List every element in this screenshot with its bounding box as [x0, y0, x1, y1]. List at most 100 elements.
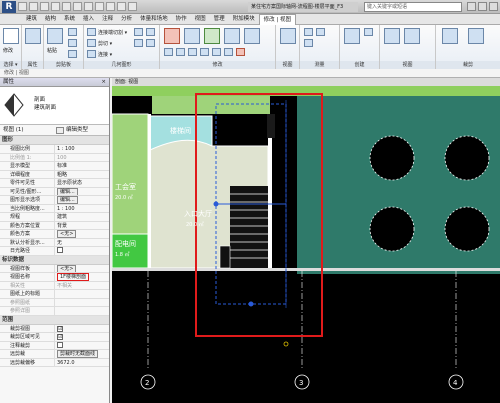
- property-value-text[interactable]: 背景: [57, 223, 67, 229]
- wall-join-icon[interactable]: [134, 28, 143, 36]
- property-value[interactable]: 1 : 100: [55, 205, 109, 213]
- property-value-text[interactable]: 显示原状态: [57, 180, 82, 186]
- open-icon[interactable]: [18, 2, 27, 11]
- property-value[interactable]: 无: [55, 239, 109, 247]
- split-segment-icon[interactable]: [384, 28, 400, 44]
- property-category[interactable]: 标识数据: [0, 255, 109, 265]
- tab-9[interactable]: 管理: [210, 14, 229, 25]
- property-value[interactable]: ☑: [55, 333, 109, 341]
- pin-icon[interactable]: [224, 48, 233, 56]
- section-marker[interactable]: [213, 100, 287, 308]
- cut-icon[interactable]: [68, 28, 77, 36]
- property-value[interactable]: [55, 247, 109, 255]
- paste-icon[interactable]: [47, 28, 63, 44]
- property-button[interactable]: 编辑...: [57, 187, 78, 195]
- section-icon[interactable]: [106, 2, 115, 11]
- property-value[interactable]: 背景: [55, 222, 109, 230]
- property-button[interactable]: 编辑...: [57, 196, 78, 204]
- measure-icon[interactable]: [73, 2, 82, 11]
- property-value[interactable]: 1 : 100: [55, 145, 109, 153]
- chevron-down-icon[interactable]: [56, 127, 64, 134]
- type-selector[interactable]: 视图 (1) 编辑类型: [0, 125, 109, 136]
- floor-plan[interactable]: 工会室 20.0 ㎡ 配电间 1.8 ㎡ 楼梯间 入口大厅 20.0 ㎡ 2 3…: [112, 86, 500, 403]
- tab-7[interactable]: 协作: [172, 14, 191, 25]
- tab-1[interactable]: 结构: [41, 14, 60, 25]
- rotate-icon[interactable]: [164, 48, 173, 56]
- maximize-icon[interactable]: [478, 2, 487, 11]
- print-icon[interactable]: [62, 2, 71, 11]
- property-value-text[interactable]: 标准: [57, 163, 67, 169]
- property-checkbox[interactable]: ☑: [57, 325, 63, 332]
- measure-element-icon[interactable]: [316, 28, 325, 36]
- property-value[interactable]: 建筑: [55, 213, 109, 221]
- property-value[interactable]: ☑: [55, 325, 109, 333]
- edit-type-button[interactable]: 编辑类型: [66, 127, 88, 134]
- reset-crop-icon[interactable]: [468, 28, 484, 44]
- property-value-text[interactable]: 不相关: [57, 283, 72, 289]
- tab-0[interactable]: 建筑: [22, 14, 41, 25]
- save-icon[interactable]: [29, 2, 38, 11]
- type-preview[interactable]: 剖面 建筑剖面: [0, 87, 109, 125]
- property-button[interactable]: 剪裁时无截面线: [57, 350, 99, 358]
- property-value-text[interactable]: 1 : 100: [57, 146, 75, 152]
- property-value[interactable]: [55, 299, 109, 307]
- property-value[interactable]: 标准: [55, 162, 109, 170]
- close-hidden-icon[interactable]: [128, 2, 137, 11]
- copy-icon[interactable]: [68, 39, 77, 47]
- property-value-text[interactable]: 无: [57, 240, 62, 246]
- join-geometry-icon[interactable]: [87, 28, 96, 36]
- view-tab[interactable]: 剖面: 视图: [112, 78, 500, 86]
- dimension-icon[interactable]: [304, 39, 313, 47]
- thin-lines-icon[interactable]: [117, 2, 126, 11]
- property-value[interactable]: <无>: [55, 264, 109, 272]
- match-icon[interactable]: [68, 50, 77, 58]
- property-button[interactable]: <无>: [57, 230, 77, 238]
- property-category[interactable]: 范围: [0, 315, 109, 325]
- property-value[interactable]: 3672.0: [55, 359, 109, 367]
- tab-2[interactable]: 系统: [60, 14, 79, 25]
- tab-4[interactable]: 注释: [98, 14, 117, 25]
- minimize-icon[interactable]: [467, 2, 476, 11]
- property-value-text[interactable]: 建筑: [57, 214, 67, 220]
- split-icon[interactable]: [188, 48, 197, 56]
- create-part-icon[interactable]: [364, 28, 373, 36]
- property-value[interactable]: [55, 307, 109, 315]
- mirror-icon[interactable]: [204, 28, 220, 44]
- paint-icon[interactable]: [134, 39, 143, 47]
- property-value-text[interactable]: 100: [57, 155, 67, 161]
- tab-3[interactable]: 插入: [79, 14, 98, 25]
- property-button[interactable]: <无>: [57, 264, 77, 272]
- delete-icon[interactable]: [236, 48, 245, 56]
- move-icon[interactable]: [224, 28, 240, 44]
- redo-icon[interactable]: [51, 2, 60, 11]
- size-crop-icon[interactable]: [442, 28, 458, 44]
- tab-6[interactable]: 体量和场地: [136, 14, 172, 25]
- property-value[interactable]: 不相关: [55, 282, 109, 290]
- undo-icon[interactable]: [40, 2, 49, 11]
- tab-10[interactable]: 附加模块: [229, 14, 259, 25]
- property-value[interactable]: 编辑...: [55, 196, 109, 204]
- scale-icon[interactable]: [212, 48, 221, 56]
- drawing-canvas[interactable]: 工会室 20.0 ㎡ 配电间 1.8 ㎡ 楼梯间 入口大厅 20.0 ㎡ 2 3…: [112, 86, 500, 403]
- property-value[interactable]: [55, 290, 109, 298]
- modify-arrow-icon[interactable]: [3, 28, 19, 44]
- property-category[interactable]: 图形: [0, 136, 109, 145]
- property-checkbox[interactable]: [57, 247, 63, 253]
- measure-distance-icon[interactable]: [304, 28, 313, 36]
- property-value[interactable]: <无>: [55, 230, 109, 238]
- property-value-text[interactable]: 1 : 100: [57, 206, 75, 212]
- array-icon[interactable]: [200, 48, 209, 56]
- property-value[interactable]: 粗略: [55, 171, 109, 179]
- properties-icon[interactable]: [25, 28, 41, 44]
- property-value-text[interactable]: 3672.0: [57, 360, 75, 366]
- property-checkbox[interactable]: ☑: [57, 334, 63, 340]
- property-value[interactable]: 显示原状态: [55, 179, 109, 187]
- property-value-text[interactable]: 粗略: [57, 172, 67, 178]
- text-icon[interactable]: [84, 2, 93, 11]
- cut-geometry-icon[interactable]: [87, 39, 96, 47]
- tab-5[interactable]: 分析: [117, 14, 136, 25]
- close-icon[interactable]: [489, 2, 498, 11]
- property-value[interactable]: 编辑...: [55, 187, 109, 195]
- trim-icon[interactable]: [176, 48, 185, 56]
- close-properties-icon[interactable]: ×: [101, 78, 106, 87]
